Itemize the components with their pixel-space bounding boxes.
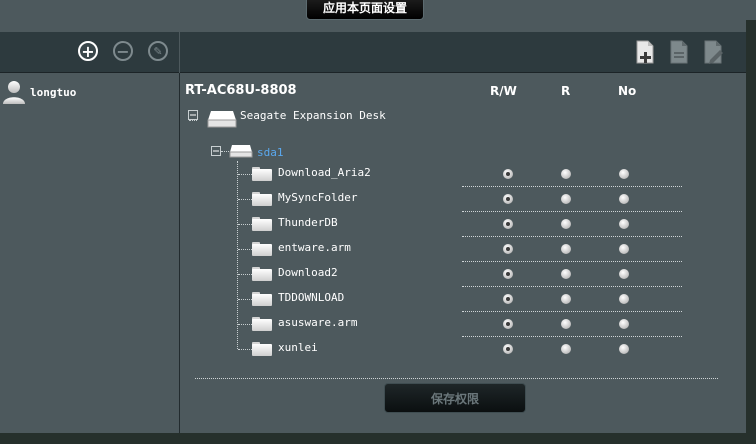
folder-icon <box>252 292 272 306</box>
collapse-toggle-icon[interactable] <box>188 110 198 120</box>
window-frame-right <box>746 20 756 444</box>
folder-name: TDDOWNLOAD <box>278 291 345 304</box>
permission-radio-no[interactable] <box>619 219 629 229</box>
permission-radio-no[interactable] <box>619 169 629 179</box>
apply-settings-button[interactable]: 应用本页面设置 <box>306 0 424 20</box>
permission-radio-rw[interactable] <box>503 244 513 254</box>
permission-radio-rw[interactable] <box>503 319 513 329</box>
permission-radio-rw[interactable] <box>503 169 513 179</box>
folder-icon <box>252 167 272 181</box>
column-header-r: R <box>561 84 571 98</box>
user-name: longtuo <box>30 85 77 99</box>
row-divider <box>462 186 682 187</box>
permission-radio-rw[interactable] <box>503 194 513 204</box>
folder-name: xunlei <box>278 341 318 354</box>
user-toolbar: + − ✎ <box>0 32 179 73</box>
permission-radio-rw[interactable] <box>503 344 513 354</box>
minus-circle-icon: − <box>116 41 130 61</box>
tree-connector <box>189 120 197 121</box>
collapse-toggle-icon[interactable] <box>211 146 221 156</box>
permission-radio-r[interactable] <box>561 269 571 279</box>
permission-radio-r[interactable] <box>561 194 571 204</box>
tree-connector <box>238 224 252 225</box>
permission-radio-no[interactable] <box>619 319 629 329</box>
row-divider <box>462 211 682 212</box>
folder-icon <box>252 267 272 281</box>
folder-icon <box>252 242 272 256</box>
tree-connector <box>238 199 252 200</box>
column-header-rw: R/W <box>490 84 517 98</box>
folder-icon <box>252 342 272 356</box>
permission-radio-no[interactable] <box>619 294 629 304</box>
partition-drive-icon <box>229 145 253 158</box>
folder-name: Download_Aria2 <box>278 166 371 179</box>
divider <box>195 378 718 379</box>
row-divider <box>462 311 682 312</box>
permission-radio-rw[interactable] <box>503 219 513 229</box>
column-header-no: No <box>618 84 637 98</box>
remove-user-button[interactable]: − <box>113 41 133 61</box>
disk-name: Seagate Expansion Desk <box>240 109 386 122</box>
tree-connector <box>238 299 252 300</box>
row-divider <box>462 261 682 262</box>
add-user-button[interactable]: + <box>78 41 98 61</box>
tree-connector <box>238 274 252 275</box>
tree-connector <box>221 151 229 152</box>
permission-radio-no[interactable] <box>619 269 629 279</box>
document-icon[interactable] <box>668 40 690 64</box>
row-divider <box>462 286 682 287</box>
user-list: longtuo <box>0 73 180 433</box>
window-frame-bottom <box>0 433 756 444</box>
save-permissions-button[interactable]: 保存权限 <box>384 383 526 413</box>
permission-radio-r[interactable] <box>561 169 571 179</box>
folder-name: MySyncFolder <box>278 191 358 204</box>
tree-connector <box>237 161 238 349</box>
folder-name: entware.arm <box>278 241 351 254</box>
router-name: RT-AC68U-8808 <box>185 83 297 98</box>
permission-panel: RT-AC68U-8808 R/W R No Seagate Expansion… <box>180 73 746 433</box>
folder-icon <box>252 217 272 231</box>
user-item[interactable]: longtuo <box>0 79 76 105</box>
edit-document-icon[interactable] <box>702 40 724 64</box>
edit-user-button[interactable]: ✎ <box>148 41 168 61</box>
permission-radio-no[interactable] <box>619 194 629 204</box>
permission-radio-r[interactable] <box>561 319 571 329</box>
tree-connector <box>238 174 252 175</box>
plus-circle-icon: + <box>81 41 95 61</box>
permission-radio-r[interactable] <box>561 294 571 304</box>
folder-icon <box>252 192 272 206</box>
folder-toolbar <box>180 32 746 73</box>
tree-connector <box>238 349 252 350</box>
permission-radio-rw[interactable] <box>503 294 513 304</box>
row-divider <box>462 336 682 337</box>
row-divider <box>462 236 682 237</box>
permission-radio-r[interactable] <box>561 244 571 254</box>
folder-name: Download2 <box>278 266 338 279</box>
tree-connector <box>238 249 252 250</box>
folder-icon <box>252 317 272 331</box>
permission-radio-r[interactable] <box>561 219 571 229</box>
permission-radio-no[interactable] <box>619 244 629 254</box>
folder-name: ThunderDB <box>278 216 338 229</box>
folder-name: asusware.arm <box>278 316 358 329</box>
permission-radio-r[interactable] <box>561 344 571 354</box>
edit-circle-icon: ✎ <box>153 44 163 58</box>
permission-radio-no[interactable] <box>619 344 629 354</box>
add-document-icon[interactable] <box>634 40 656 64</box>
partition-link[interactable]: sda1 <box>257 146 284 159</box>
hard-drive-icon <box>207 111 237 128</box>
tree-connector <box>238 324 252 325</box>
user-icon <box>3 81 25 104</box>
permission-radio-rw[interactable] <box>503 269 513 279</box>
